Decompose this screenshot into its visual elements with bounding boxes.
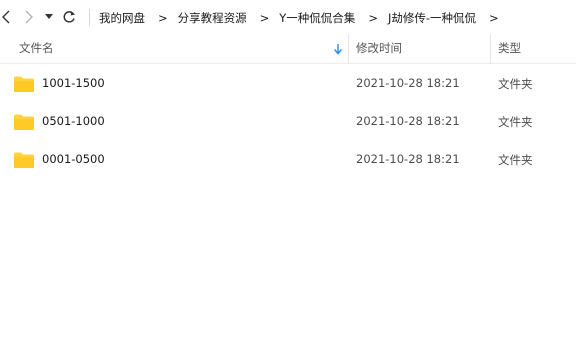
sort-down-icon[interactable] [333,43,343,55]
file-row[interactable]: 0001-0500 2021-10-28 18:21 文件夹 [0,145,576,175]
column-divider[interactable] [348,34,349,64]
back-arrow-icon [2,10,10,24]
breadcrumb-item-share[interactable]: 分享教程资源 [178,10,247,26]
address-bar: 我的网盘 > 分享教程资源 > Y一种侃侃合集 > J劫修传-一种侃侃 > [0,0,576,34]
forward-arrow-icon [25,10,33,24]
refresh-icon [63,11,75,23]
column-header-type[interactable]: 类型 [498,34,521,63]
folder-icon [14,76,34,92]
forward-button[interactable] [22,6,36,28]
file-name: 0001-0500 [42,152,105,166]
refresh-button[interactable] [60,6,78,28]
file-type: 文件夹 [498,115,533,129]
breadcrumb-item-collection[interactable]: Y一种侃侃合集 [279,10,355,26]
breadcrumb-separator: > [489,10,499,25]
column-header-modified[interactable]: 修改时间 [356,34,402,63]
breadcrumb-separator: > [158,10,168,25]
file-name: 1001-1500 [42,76,105,90]
breadcrumb-separator: > [259,10,270,25]
file-modified: 2021-10-28 18:21 [356,114,460,128]
file-type: 文件夹 [498,153,533,167]
file-name: 0501-1000 [42,114,105,128]
back-button[interactable] [0,6,12,28]
file-modified: 2021-10-28 18:21 [356,152,460,166]
file-row[interactable]: 1001-1500 2021-10-28 18:21 文件夹 [0,69,576,99]
column-header-name[interactable]: 文件名 [19,34,54,63]
history-dropdown-button[interactable] [44,6,54,28]
address-divider [89,9,90,26]
column-divider[interactable] [490,34,491,64]
file-modified: 2021-10-28 18:21 [356,76,460,90]
breadcrumb-separator: > [368,10,378,25]
file-row[interactable]: 0501-1000 2021-10-28 18:21 文件夹 [0,107,576,137]
dropdown-caret-icon [45,14,53,19]
breadcrumb-item-current[interactable]: J劫修传-一种侃侃 [388,10,476,26]
file-type: 文件夹 [498,77,533,91]
file-list-header: 文件名 修改时间 类型 [0,34,576,64]
folder-icon [14,152,34,168]
breadcrumb-item-my-disk[interactable]: 我的网盘 [99,10,145,26]
folder-icon [14,114,34,130]
breadcrumb: 我的网盘 > 分享教程资源 > Y一种侃侃合集 > J劫修传-一种侃侃 > [99,9,509,26]
